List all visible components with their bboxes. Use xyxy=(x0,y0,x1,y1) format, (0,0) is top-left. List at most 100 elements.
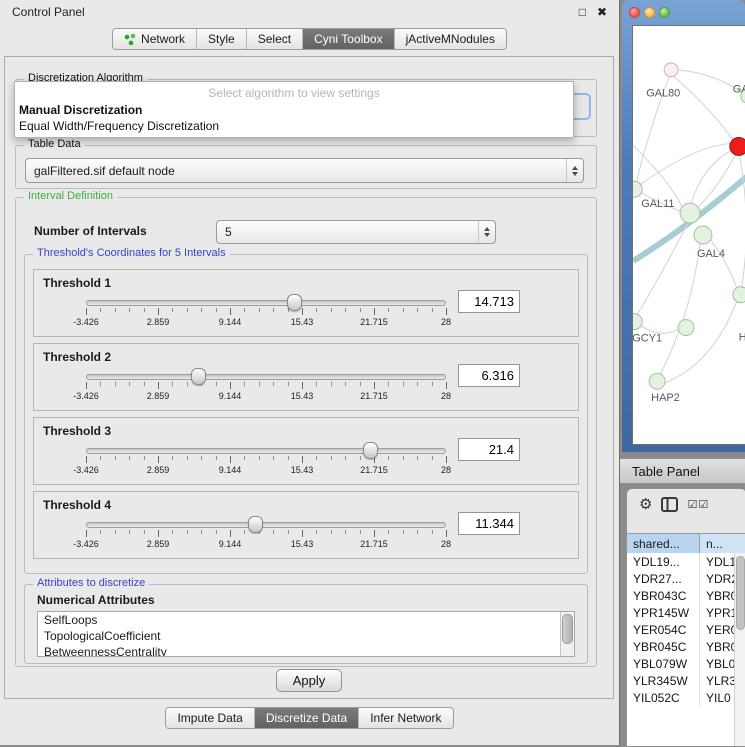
top-tab-bar: NetworkStyle Select Cyni ToolboxjActiveMNo… xyxy=(0,28,619,50)
network-edge[interactable] xyxy=(637,223,688,315)
network-node[interactable] xyxy=(649,373,665,389)
slider-scale: -3.4262.8599.14415.4321.71528 xyxy=(86,317,446,329)
numerical-attributes-label: Numerical Attributes xyxy=(37,593,155,607)
slider-ticks xyxy=(86,456,446,464)
threshold-slider[interactable]: -3.4262.8599.14415.4321.71528 xyxy=(86,294,446,330)
tab-impute-data[interactable]: Impute Data xyxy=(166,708,253,728)
algorithm-option[interactable]: Equal Width/Frequency Discretization xyxy=(15,118,573,134)
scale-label: 2.859 xyxy=(147,391,170,401)
table-row[interactable]: YDR27... YDR2 xyxy=(627,570,735,587)
numerical-attributes-list[interactable]: SelfLoopsTopologicalCoefficientBetweenne… xyxy=(37,611,575,657)
scale-label: 28 xyxy=(441,391,451,401)
scale-label: 28 xyxy=(441,317,451,327)
table-scrollbar[interactable] xyxy=(734,553,745,746)
network-node[interactable] xyxy=(633,314,642,330)
group-title-table-data: Table Data xyxy=(24,138,85,150)
tab-label: Infer Network xyxy=(370,711,441,725)
number-of-intervals-combobox[interactable]: 5 xyxy=(216,220,496,244)
slider-scale: -3.4262.8599.14415.4321.71528 xyxy=(86,391,446,403)
slider-thumb[interactable] xyxy=(191,368,206,385)
table-cell: YBR0 xyxy=(700,638,735,655)
tab-select[interactable]: Select xyxy=(246,29,302,49)
algorithm-option[interactable]: Manual Discretization xyxy=(15,102,573,118)
threshold-value-input[interactable] xyxy=(458,290,520,313)
node-label: GAL11 xyxy=(641,198,674,210)
table-panel-titlebar[interactable]: Table Panel xyxy=(620,458,745,484)
network-node[interactable] xyxy=(680,203,700,223)
slider-track[interactable] xyxy=(86,300,446,306)
slider-track[interactable] xyxy=(86,374,446,380)
table-row[interactable]: YBR045C YBR0 xyxy=(627,638,735,655)
tab-label: Select xyxy=(258,32,291,46)
threshold-list: Threshold 1 -3.4262.8599.14415.4321.7152… xyxy=(33,269,579,565)
node-label: GAL4 xyxy=(697,248,725,260)
control-panel-titlebar[interactable]: Control Panel □ ✖ xyxy=(0,0,619,24)
table-row[interactable]: YBL079W YBL0 xyxy=(627,655,735,672)
checkbox-icons[interactable]: ☑☑ xyxy=(687,498,709,511)
column-header-shared-name[interactable]: shared... xyxy=(627,534,700,553)
attributes-scrollbar[interactable] xyxy=(560,612,574,656)
network-node[interactable] xyxy=(678,320,694,336)
tab-network[interactable]: Network xyxy=(113,29,196,49)
scale-label: 9.144 xyxy=(219,391,242,401)
attribute-item[interactable]: TopologicalCoefficient xyxy=(38,628,574,644)
network-edge[interactable] xyxy=(673,76,733,140)
table-row[interactable]: YLR345W YLR3 xyxy=(627,672,735,689)
tab-discretize-data[interactable]: Discretize Data xyxy=(254,708,358,728)
network-edge[interactable] xyxy=(635,143,733,188)
table-row[interactable]: YBR043C YBR0 xyxy=(627,587,735,604)
scrollbar-thumb[interactable] xyxy=(736,556,745,630)
column-header-name[interactable]: n... xyxy=(700,534,745,553)
threshold-value-input[interactable] xyxy=(458,512,520,535)
slider-track[interactable] xyxy=(86,448,446,454)
node-label: GCY1 xyxy=(633,332,662,344)
slider-scale: -3.4262.8599.14415.4321.71528 xyxy=(86,465,446,477)
tab-infer-network[interactable]: Infer Network xyxy=(358,708,452,728)
network-icon xyxy=(124,33,136,45)
attribute-item[interactable]: BetweennessCentrality xyxy=(38,644,574,657)
node-label: H xyxy=(739,331,745,343)
threshold-panel: Threshold 2 -3.4262.8599.14415.4321.7152… xyxy=(33,343,579,411)
table-row[interactable]: YER054C YER0 xyxy=(627,621,735,638)
close-window-icon[interactable]: ✖ xyxy=(597,6,607,18)
network-node[interactable] xyxy=(664,63,678,77)
float-window-icon[interactable]: □ xyxy=(579,6,586,18)
table-data-combobox[interactable]: galFiltered.sif default node xyxy=(25,158,584,183)
slider-thumb[interactable] xyxy=(287,294,302,311)
threshold-value-input[interactable] xyxy=(458,364,520,387)
tab-cyni-toolbox[interactable]: Cyni Toolbox xyxy=(302,29,393,49)
table-row[interactable]: YPR145W YPR1 xyxy=(627,604,735,621)
close-traffic-light-icon[interactable] xyxy=(629,7,640,18)
table-row[interactable]: YIL052C YIL0 xyxy=(627,689,735,706)
network-canvas[interactable]: GAL80GAGAL11GAL4GCY1HAP2H xyxy=(632,25,745,445)
network-graph[interactable]: GAL80GAGAL11GAL4GCY1HAP2H xyxy=(633,26,745,444)
attribute-item[interactable]: SelfLoops xyxy=(38,612,574,628)
threshold-value-input[interactable] xyxy=(458,438,520,461)
slider-thumb[interactable] xyxy=(248,516,263,533)
scrollbar-thumb[interactable] xyxy=(562,614,573,644)
network-node[interactable] xyxy=(733,287,745,303)
columns-icon[interactable] xyxy=(661,497,678,512)
network-edge[interactable] xyxy=(663,302,737,384)
slider-thumb[interactable] xyxy=(363,442,378,459)
apply-button[interactable]: Apply xyxy=(276,669,342,692)
network-node[interactable] xyxy=(730,137,745,155)
zoom-traffic-light-icon[interactable] xyxy=(659,7,670,18)
node-label: HAP2 xyxy=(651,392,680,404)
network-node[interactable] xyxy=(694,226,712,244)
gear-icon[interactable]: ⚙ xyxy=(639,497,652,512)
threshold-slider[interactable]: -3.4262.8599.14415.4321.71528 xyxy=(86,368,446,404)
tab-jactivemnodules[interactable]: jActiveMNodules xyxy=(394,29,506,49)
scale-label: 15.43 xyxy=(291,391,314,401)
scale-label: 28 xyxy=(441,539,451,549)
minimize-traffic-light-icon[interactable] xyxy=(644,7,655,18)
table-row[interactable]: YDL19... YDL1 xyxy=(627,553,735,570)
table-rows: YDL19... YDL1 YDR27... YDR2 YBR043C YBR0… xyxy=(627,553,735,746)
table-cell: YIL052C xyxy=(627,689,700,706)
threshold-slider[interactable]: -3.4262.8599.14415.4321.71528 xyxy=(86,516,446,552)
slider-track[interactable] xyxy=(86,522,446,528)
algorithm-options-list: Manual DiscretizationEqual Width/Frequen… xyxy=(15,102,573,134)
window-title: Control Panel xyxy=(12,5,85,19)
tab-style[interactable]: Style xyxy=(196,29,246,49)
threshold-slider[interactable]: -3.4262.8599.14415.4321.71528 xyxy=(86,442,446,478)
